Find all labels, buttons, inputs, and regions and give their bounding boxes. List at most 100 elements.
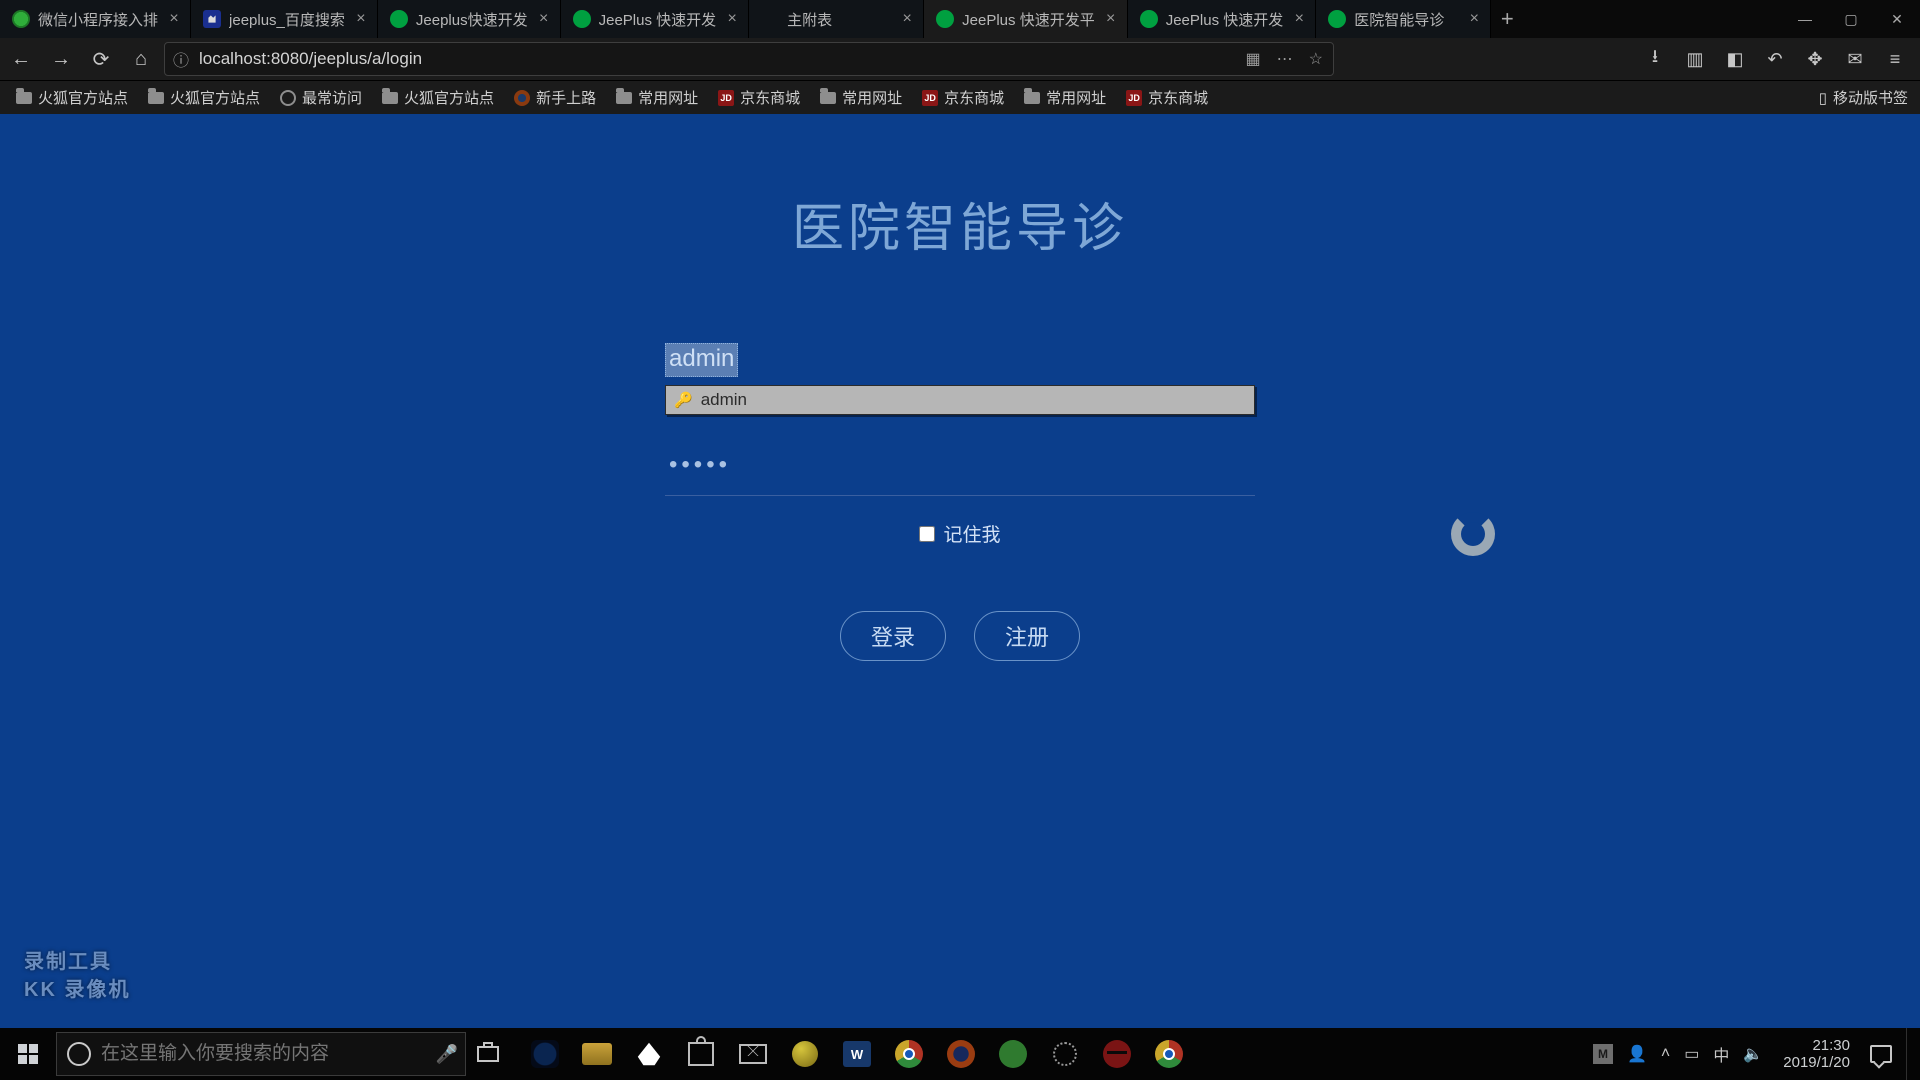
password-input[interactable]: •••••	[665, 451, 1255, 479]
bookmark-item[interactable]: JD京东商城	[914, 84, 1012, 111]
bookmark-item[interactable]: 常用网址	[1016, 84, 1114, 111]
taskbar-app-mail[interactable]	[732, 1033, 774, 1075]
window-close-button[interactable]: ✕	[1874, 0, 1920, 38]
login-button[interactable]: 登录	[840, 611, 946, 661]
downloads-icon[interactable]: ⭳	[1640, 44, 1670, 74]
window-maximize-button[interactable]: ▢	[1828, 0, 1874, 38]
close-icon[interactable]: ×	[1103, 10, 1119, 28]
tray-m-badge-icon[interactable]: M	[1593, 1044, 1613, 1064]
close-icon[interactable]: ×	[899, 10, 915, 28]
taskbar-search[interactable]: 🎤	[56, 1032, 466, 1076]
library-icon[interactable]: ▥	[1680, 44, 1710, 74]
autofill-suggestion[interactable]: admin	[701, 390, 747, 410]
window-minimize-button[interactable]: —	[1782, 0, 1828, 38]
register-button[interactable]: 注册	[974, 611, 1080, 661]
reader-mode-icon[interactable]: ▦	[1242, 49, 1265, 69]
tab-label: Jeeplus快速开发	[416, 9, 528, 30]
tab-3[interactable]: JeePlus 快速开发 ×	[561, 0, 750, 38]
taskbar-app-word[interactable]: W	[836, 1033, 878, 1075]
tab-1[interactable]: jeeplus_百度搜索 ×	[191, 0, 378, 38]
task-view-button[interactable]	[466, 1046, 510, 1062]
bookmark-label: 移动版书签	[1833, 87, 1908, 108]
page-actions-icon[interactable]: ⋯	[1273, 49, 1297, 69]
tray-overflow-icon[interactable]: ˄	[1661, 1045, 1670, 1063]
action-center-icon[interactable]	[1870, 1045, 1892, 1063]
bookmark-item[interactable]: 火狐官方站点	[140, 84, 268, 111]
extension-icon[interactable]: ✥	[1800, 44, 1830, 74]
tray-people-icon[interactable]: 👤	[1627, 1044, 1647, 1064]
sidebar-icon[interactable]: ◧	[1720, 44, 1750, 74]
url-input[interactable]	[199, 49, 1234, 69]
microphone-icon[interactable]: 🎤	[429, 1044, 465, 1065]
bookmark-star-icon[interactable]: ☆	[1305, 49, 1327, 69]
tab-2[interactable]: Jeeplus快速开发 ×	[378, 0, 561, 38]
tab-6[interactable]: JeePlus 快速开发 ×	[1128, 0, 1317, 38]
cortana-icon[interactable]	[57, 1042, 101, 1066]
taskbar-app-chrome[interactable]	[888, 1033, 930, 1075]
tab-7[interactable]: 医院智能导诊 ×	[1316, 0, 1491, 38]
sphere-app-icon	[792, 1041, 818, 1067]
bookmark-item[interactable]: 火狐官方站点	[8, 84, 136, 111]
close-icon[interactable]: ×	[353, 10, 369, 28]
mobile-bookmarks-button[interactable]: ▯ 移动版书签	[1811, 84, 1912, 111]
close-icon[interactable]: ×	[536, 10, 552, 28]
favicon-wechat-icon	[12, 10, 30, 28]
tray-ime-icon[interactable]: 中	[1713, 1042, 1729, 1066]
taskbar-app-bird[interactable]	[628, 1033, 670, 1075]
undo-icon[interactable]: ↶	[1760, 44, 1790, 74]
tab-label: JeePlus 快速开发	[599, 9, 717, 30]
tab-label: 医院智能导诊	[1354, 9, 1458, 30]
taskbar-app-settings[interactable]	[1044, 1033, 1086, 1075]
tray-clock[interactable]: 21:30 2019/1/20	[1777, 1037, 1856, 1072]
close-icon[interactable]: ×	[1466, 10, 1482, 28]
address-bar[interactable]: ⓘ ▦ ⋯ ☆	[164, 42, 1334, 76]
username-input[interactable]: admin	[665, 343, 738, 377]
autofill-dropdown[interactable]: 🔑 admin	[665, 385, 1255, 415]
password-field-wrap: •••••	[665, 451, 1255, 496]
home-button[interactable]: ⌂	[124, 42, 158, 76]
new-tab-button[interactable]: +	[1491, 6, 1523, 32]
bookmark-item[interactable]: 常用网址	[812, 84, 910, 111]
show-desktop-button[interactable]	[1906, 1028, 1914, 1080]
taskbar-app-chrome2[interactable]	[1148, 1033, 1190, 1075]
bookmark-item[interactable]: 新手上路	[506, 84, 604, 111]
close-icon[interactable]: ×	[166, 10, 182, 28]
taskbar-app-recorder[interactable]	[1096, 1033, 1138, 1075]
bookmark-item[interactable]: 常用网址	[608, 84, 706, 111]
reload-button[interactable]: ⟳	[84, 42, 118, 76]
tab-5-active[interactable]: JeePlus 快速开发平 ×	[924, 0, 1128, 38]
tab-4[interactable]: 主附表 ×	[749, 0, 924, 38]
folder-icon	[1024, 92, 1040, 104]
taskbar-app-ball[interactable]	[784, 1033, 826, 1075]
hamburger-menu-icon[interactable]: ≡	[1880, 44, 1910, 74]
taskbar-app-firefox[interactable]	[940, 1033, 982, 1075]
mobile-icon: ▯	[1819, 89, 1827, 107]
favicon-jeeplus-icon	[390, 10, 408, 28]
taskbar-app-edge[interactable]	[524, 1033, 566, 1075]
jd-icon: JD	[718, 90, 734, 106]
folder-icon	[148, 92, 164, 104]
taskbar-search-input[interactable]	[101, 1043, 429, 1065]
taskbar-app-wechat[interactable]	[992, 1033, 1034, 1075]
back-button[interactable]: ←	[4, 42, 38, 76]
bookmark-item[interactable]: 火狐官方站点	[374, 84, 502, 111]
tray-battery-icon[interactable]: ▭	[1684, 1044, 1699, 1064]
tab-0[interactable]: 微信小程序接入排 ×	[0, 0, 191, 38]
taskbar-app-explorer[interactable]	[576, 1033, 618, 1075]
jd-icon: JD	[922, 90, 938, 106]
close-icon[interactable]: ×	[724, 10, 740, 28]
bookmark-item[interactable]: JD京东商城	[710, 84, 808, 111]
site-info-icon[interactable]: ⓘ	[171, 49, 191, 69]
key-icon: 🔑	[674, 391, 693, 409]
bookmark-item[interactable]: JD京东商城	[1118, 84, 1216, 111]
tab-label: 微信小程序接入排	[38, 9, 158, 30]
loading-spinner-icon	[1451, 512, 1495, 556]
close-icon[interactable]: ×	[1291, 10, 1307, 28]
remember-me-checkbox[interactable]	[919, 526, 935, 542]
start-button[interactable]	[0, 1028, 56, 1080]
tray-volume-icon[interactable]: 🔈	[1743, 1044, 1763, 1064]
bookmark-item[interactable]: 最常访问	[272, 84, 370, 111]
forward-button[interactable]: →	[44, 42, 78, 76]
chat-icon[interactable]: ✉	[1840, 44, 1870, 74]
taskbar-app-store[interactable]	[680, 1033, 722, 1075]
